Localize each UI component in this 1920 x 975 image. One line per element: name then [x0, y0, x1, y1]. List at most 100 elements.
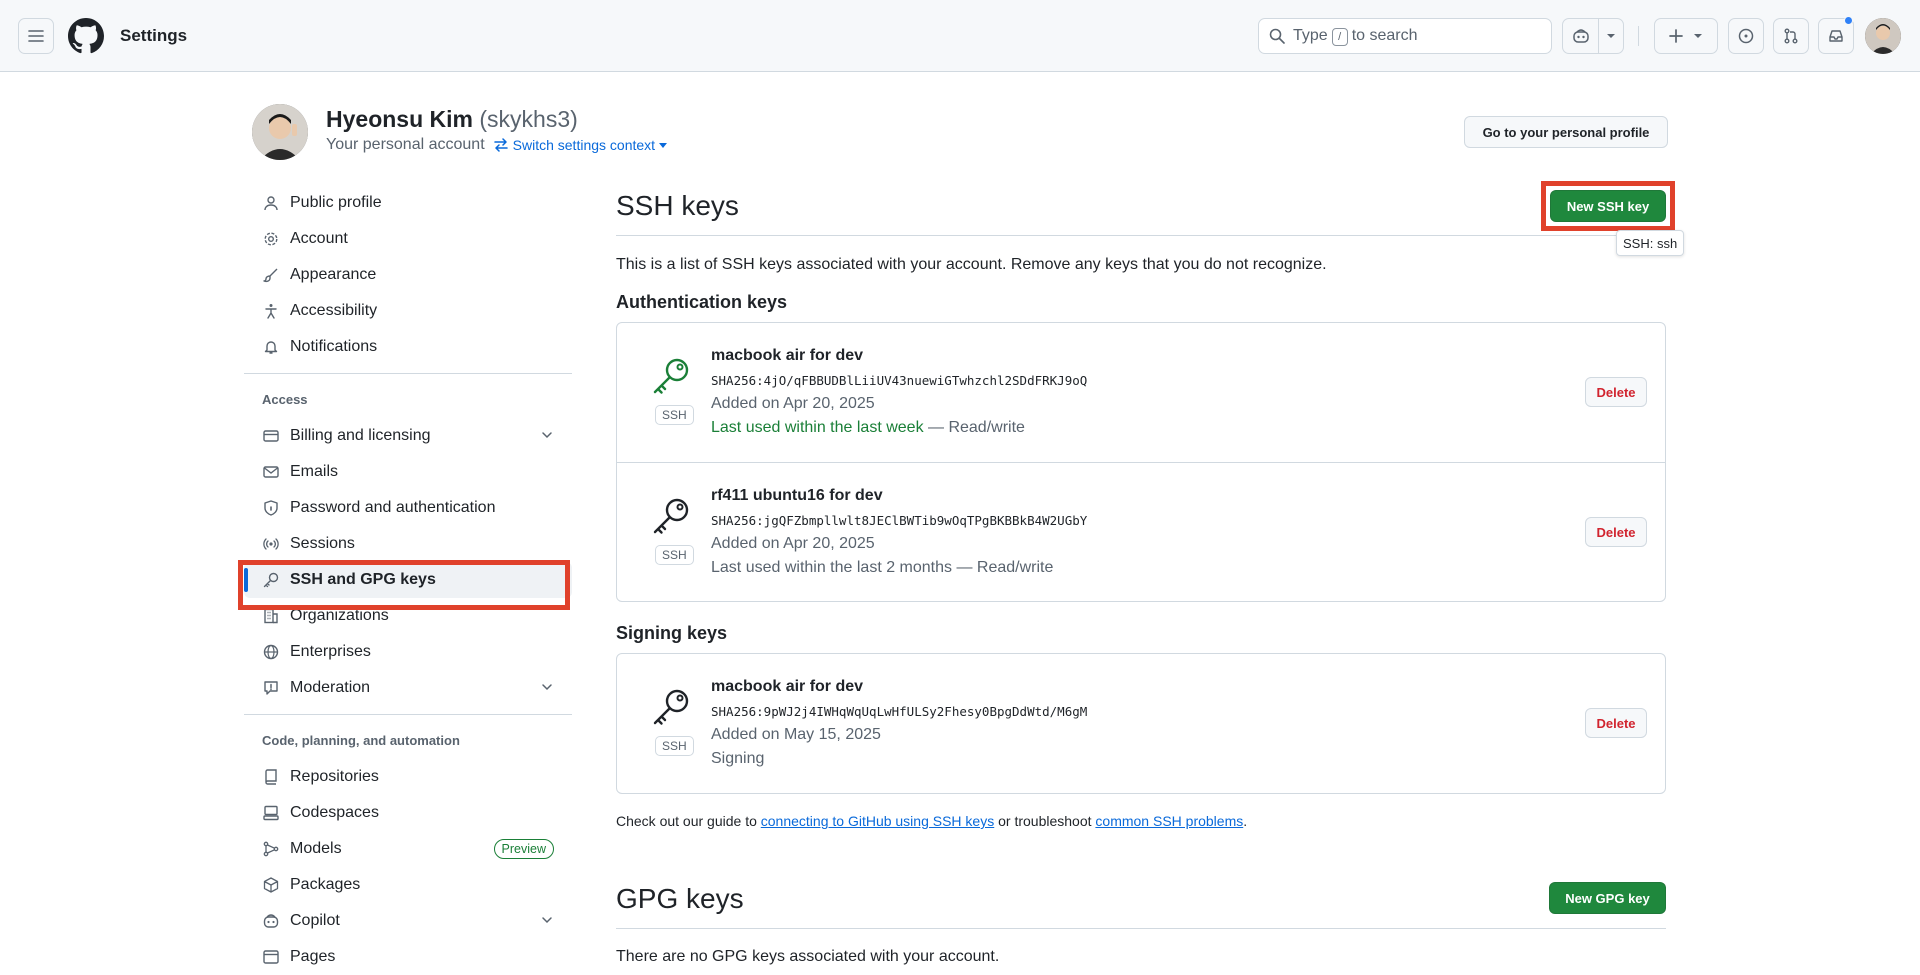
plus-icon [1669, 29, 1683, 43]
switch-settings-context[interactable]: Switch settings context [493, 137, 668, 153]
gear-icon [262, 230, 280, 248]
go-to-profile-button[interactable]: Go to your personal profile [1464, 116, 1668, 148]
sidebar-item-public-profile[interactable]: Public profile [244, 185, 572, 221]
credit-card-icon [262, 427, 280, 445]
sidebar-item-emails[interactable]: Emails [244, 454, 572, 490]
sidebar-item-label: Emails [290, 463, 339, 480]
ssh-guide-link[interactable]: connecting to GitHub using SSH keys [761, 813, 994, 829]
search-shortcut-key: / [1331, 27, 1348, 46]
sidebar-item-label: Password and authentication [290, 499, 496, 516]
profile-login: (skykhs3) [479, 106, 578, 132]
guide-suffix: . [1243, 813, 1248, 829]
search-icon [1269, 28, 1285, 44]
key-last-used-recent: Last used within the last week [711, 419, 924, 436]
copilot-icon [262, 912, 280, 930]
key-last-used: Last used within the last week — Read/wr… [711, 419, 1025, 437]
chevron-down-icon [542, 432, 552, 439]
issue-opened-icon [1738, 28, 1754, 44]
key-type-label: SSH [655, 736, 694, 756]
delete-key-button[interactable]: Delete [1585, 377, 1647, 407]
sidebar-heading-access: Access [262, 392, 308, 407]
report-icon [262, 679, 280, 697]
sidebar-item-codespaces[interactable]: Codespaces [244, 795, 572, 831]
key-type-label: SSH [655, 405, 694, 425]
sidebar-divider [244, 373, 572, 374]
menu-button[interactable] [18, 18, 54, 54]
sidebar-item-label: Billing and licensing [290, 427, 431, 444]
shield-lock-icon [262, 499, 280, 517]
sidebar-item-label: Appearance [290, 266, 377, 283]
key-added-date: Added on Apr 20, 2025 [711, 395, 875, 412]
key-icon [653, 498, 689, 534]
delete-key-button[interactable]: Delete [1585, 517, 1647, 547]
sidebar-item-label: Sessions [290, 535, 355, 552]
sidebar-item-pages[interactable]: Pages [244, 939, 572, 975]
github-logo-icon[interactable] [68, 18, 104, 54]
ssh-description: This is a list of SSH keys associated wi… [616, 256, 1327, 273]
key-icon [653, 358, 689, 394]
sidebar-item-accessibility[interactable]: Accessibility [244, 293, 572, 329]
key-type-label: SSH [655, 545, 694, 565]
key-added-date: Added on May 15, 2025 [711, 726, 881, 743]
key-title: rf411 ubuntu16 for dev [711, 487, 883, 504]
sidebar-item-account[interactable]: Account [244, 221, 572, 257]
person-icon [262, 194, 280, 212]
profile-name: Hyeonsu Kim (skykhs3) [326, 106, 578, 133]
sidebar-item-sessions[interactable]: Sessions [244, 526, 572, 562]
sidebar-item-enterprises[interactable]: Enterprises [244, 634, 572, 670]
create-new-button[interactable] [1654, 18, 1718, 54]
key-access-level: — Read/write [923, 419, 1025, 436]
copilot-menu-button[interactable] [1562, 18, 1624, 54]
profile-subtitle-row: Your personal account Switch settings co… [326, 136, 668, 154]
key-title: macbook air for dev [711, 347, 864, 364]
pull-requests-button[interactable] [1773, 18, 1809, 54]
ssh-title-rule [616, 235, 1666, 236]
sidebar-item-copilot[interactable]: Copilot [244, 903, 572, 939]
package-icon [262, 876, 280, 894]
sidebar-divider [244, 714, 572, 715]
sidebar-item-billing[interactable]: Billing and licensing [244, 418, 572, 454]
key-last-used: Last used within the last 2 months — Rea… [711, 559, 1054, 576]
globe-icon [262, 643, 280, 661]
sidebar-item-label: Notifications [290, 338, 378, 355]
sidebar-item-label: Moderation [290, 679, 371, 696]
list-item: SSH macbook air for dev SHA256:4jO/qFBBU… [617, 323, 1665, 462]
delete-key-button[interactable]: Delete [1585, 708, 1647, 738]
gpg-empty-message: There are no GPG keys associated with yo… [616, 948, 1000, 965]
sidebar-item-packages[interactable]: Packages [244, 867, 572, 903]
sidebar-item-password-authentication[interactable]: Password and authentication [244, 490, 572, 526]
list-item: SSH macbook air for dev SHA256:9pWJ2j4IW… [617, 654, 1665, 793]
ssh-troubleshoot-link[interactable]: common SSH problems [1095, 813, 1243, 829]
browser-icon [262, 948, 280, 966]
gpg-keys-title: GPG keys [616, 883, 744, 914]
tooltip: SSH: ssh [1616, 230, 1685, 256]
sidebar-item-label: Codespaces [290, 804, 379, 821]
sidebar-item-repositories[interactable]: Repositories [244, 759, 572, 795]
new-gpg-key-button[interactable]: New GPG key [1549, 882, 1666, 914]
sidebar-item-label: Accessibility [290, 302, 378, 319]
paintbrush-icon [262, 266, 280, 284]
sidebar-item-label: Public profile [290, 194, 382, 211]
guide-prefix: Check out our guide to [616, 813, 761, 829]
caret-down-icon [659, 142, 668, 148]
copilot-icon [1563, 28, 1598, 44]
search-input[interactable]: Type / to search [1258, 18, 1552, 54]
page-context-title: Settings [120, 26, 188, 45]
chevron-down-icon [542, 917, 552, 924]
sidebar-item-models[interactable]: Models Preview [244, 831, 572, 867]
sidebar-item-label: Copilot [290, 912, 340, 929]
sidebar-item-notifications[interactable]: Notifications [244, 329, 572, 365]
key-added-date: Added on Apr 20, 2025 [711, 535, 875, 552]
sidebar-item-label: Models [290, 840, 342, 857]
active-item-highlight [238, 560, 570, 610]
sidebar-item-moderation[interactable]: Moderation [244, 670, 572, 706]
top-header: Settings Type / to search [0, 0, 1920, 72]
gpg-title-rule [616, 928, 1666, 929]
sidebar-item-appearance[interactable]: Appearance [244, 257, 572, 293]
chevron-down-icon [1694, 34, 1702, 38]
key-icon [653, 689, 689, 725]
user-avatar[interactable] [1865, 18, 1901, 54]
chevron-down-icon [1599, 33, 1623, 39]
hamburger-icon [28, 30, 44, 42]
issues-button[interactable] [1728, 18, 1764, 54]
